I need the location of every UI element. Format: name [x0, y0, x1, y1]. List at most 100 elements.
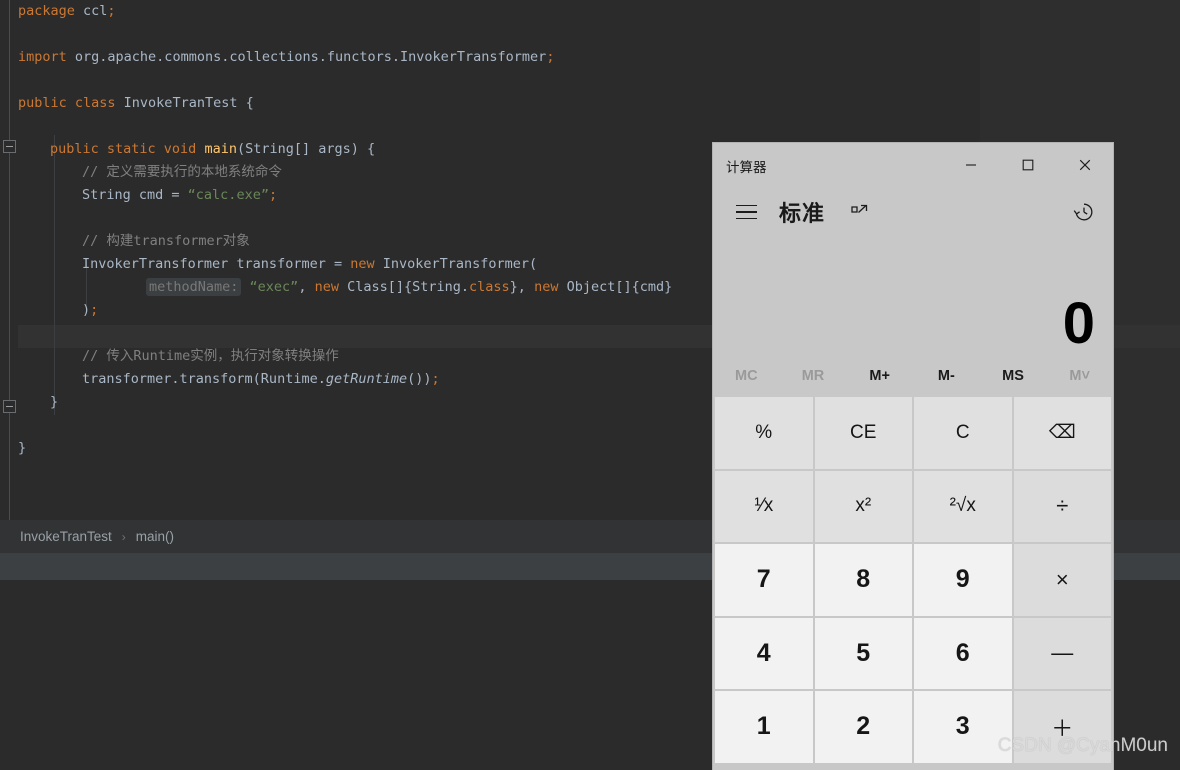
- code-token: },: [509, 279, 535, 295]
- calculator-window-title: 计算器: [726, 160, 767, 175]
- code-token: main: [204, 141, 237, 157]
- close-button[interactable]: [1056, 143, 1113, 187]
- key-percent[interactable]: %: [715, 397, 813, 469]
- key-digit-2[interactable]: 2: [814, 691, 912, 763]
- minimize-icon: [965, 164, 976, 166]
- key-digit-1[interactable]: 1: [715, 691, 813, 763]
- code-line-11: InvokerTransformer transformer = new Inv…: [82, 253, 537, 276]
- code-line-12: methodName: “exec”, new Class[]{String.c…: [146, 276, 672, 299]
- code-token: new: [534, 279, 567, 295]
- code-token: package: [18, 3, 84, 19]
- key-backspace[interactable]: ⌫: [1013, 397, 1111, 469]
- code-token: ): [82, 302, 91, 318]
- key-divide[interactable]: ÷: [1013, 470, 1111, 542]
- code-token: ;: [546, 49, 555, 65]
- key-multiply[interactable]: ×: [1013, 544, 1111, 616]
- code-token: getRuntime: [325, 371, 408, 387]
- key-digit-6[interactable]: 6: [914, 617, 1012, 689]
- code-token: }: [50, 394, 59, 410]
- key-square-root[interactable]: ²√x: [914, 470, 1012, 542]
- key-digit-7[interactable]: 7: [715, 544, 813, 616]
- code-token: ,: [298, 279, 315, 295]
- code-token: Object[]{cmd}: [566, 279, 673, 295]
- breadcrumb-method[interactable]: main(): [136, 529, 174, 544]
- key-digit-9[interactable]: 9: [914, 544, 1012, 616]
- calculator-display: 0: [713, 237, 1113, 357]
- code-token: new: [350, 256, 383, 272]
- memory-button-mr: MR: [801, 368, 825, 384]
- code-token: “exec”: [249, 279, 299, 295]
- memory-button-m+[interactable]: M+: [846, 368, 913, 384]
- calculator-titlebar[interactable]: 计算器: [713, 143, 1113, 187]
- code-token: {: [237, 95, 254, 111]
- code-token: InvokerTransformer transformer =: [82, 256, 351, 272]
- code-token: // 传入Runtime实例，执行对象转换操作: [82, 348, 339, 364]
- calculator-keypad[interactable]: % CE C ⌫ ¹⁄x x² ²√x ÷ 7 8 9 × 4 5 6— 1 2 3 ＋: [713, 395, 1113, 765]
- history-button[interactable]: [1067, 195, 1101, 229]
- key-clear[interactable]: C: [914, 397, 1012, 469]
- code-token: ccl: [83, 3, 108, 19]
- code-line-6: public static void main(String[] args) {: [50, 138, 375, 161]
- code-token: org.apache.commons.collections.functors.…: [74, 49, 547, 65]
- memory-button-ms[interactable]: MS: [980, 368, 1047, 384]
- code-token: // 构建transformer对象: [82, 233, 250, 249]
- code-token: // 定义需要执行的本地系统命令: [82, 164, 282, 180]
- code-token: methodName:: [146, 278, 242, 296]
- memory-button-m: M˅: [1069, 368, 1090, 384]
- code-token: public class: [18, 95, 124, 111]
- breadcrumb-class[interactable]: InvokeTranTest: [20, 529, 112, 544]
- history-clock-icon: [1073, 203, 1093, 221]
- calculator-window[interactable]: 计算器 标准 0 MC MR M+ M- MS M˅ % CE C ⌫ ¹⁄x …: [713, 143, 1113, 770]
- key-digit-5[interactable]: 5: [814, 617, 912, 689]
- code-line-0: package ccl;: [18, 0, 116, 23]
- code-line-10: // 构建transformer对象: [82, 230, 250, 253]
- code-line-16: transformer.transform(Runtime.getRuntime…: [82, 368, 440, 391]
- code-token: ;: [107, 3, 116, 19]
- code-token: ;: [268, 187, 278, 203]
- minimize-button[interactable]: [942, 143, 999, 187]
- code-token: ;: [431, 371, 440, 387]
- code-line-15: // 传入Runtime实例，执行对象转换操作: [82, 345, 339, 368]
- keep-on-top-icon[interactable]: [847, 200, 871, 224]
- key-digit-8[interactable]: 8: [814, 544, 912, 616]
- hamburger-menu-icon[interactable]: [727, 193, 765, 231]
- code-token: String cmd =: [82, 187, 188, 203]
- key-digit-3[interactable]: 3: [914, 691, 1012, 763]
- memory-button-mc: MC: [735, 368, 758, 384]
- close-icon: [1079, 159, 1090, 171]
- key-reciprocal[interactable]: ¹⁄x: [715, 470, 813, 542]
- code-token: (String[] args) {: [236, 141, 376, 157]
- code-line-17: }: [50, 391, 58, 414]
- key-subtract[interactable]: —: [1013, 617, 1111, 689]
- code-token: Class[]{String.: [347, 279, 470, 295]
- code-line-7: // 定义需要执行的本地系统命令: [82, 161, 282, 184]
- memory-button-m-[interactable]: M-: [913, 368, 980, 384]
- code-token: ;: [90, 302, 99, 318]
- maximize-icon: [1022, 159, 1033, 171]
- code-token: class: [469, 279, 510, 295]
- calculator-mode-label: 标准: [779, 201, 826, 226]
- code-line-8: String cmd = “calc.exe”;: [82, 184, 277, 207]
- key-clear-entry[interactable]: CE: [814, 397, 912, 469]
- key-digit-4[interactable]: 4: [715, 617, 813, 689]
- code-line-4: public class InvokeTranTest {: [18, 92, 254, 115]
- code-token: public static void: [50, 141, 205, 157]
- code-token: “calc.exe”: [187, 187, 269, 203]
- maximize-button[interactable]: [999, 143, 1056, 187]
- breadcrumb-separator-icon: ›: [121, 529, 126, 544]
- code-line-19: }: [18, 437, 26, 460]
- key-square[interactable]: x²: [814, 470, 912, 542]
- code-token: import: [18, 49, 75, 65]
- key-add[interactable]: ＋: [1013, 691, 1111, 763]
- calculator-header[interactable]: 标准: [713, 187, 1113, 237]
- code-line-13: );: [82, 299, 98, 322]
- code-token: }: [18, 440, 27, 456]
- display-value: 0: [1062, 291, 1095, 356]
- code-token: new: [314, 279, 348, 295]
- code-token: ()): [407, 371, 432, 387]
- window-controls[interactable]: [942, 143, 1113, 187]
- keep-on-top-glyph: [850, 204, 867, 213]
- code-token: InvokeTranTest: [123, 95, 238, 111]
- memory-buttons-row[interactable]: MC MR M+ M- MS M˅: [713, 357, 1113, 395]
